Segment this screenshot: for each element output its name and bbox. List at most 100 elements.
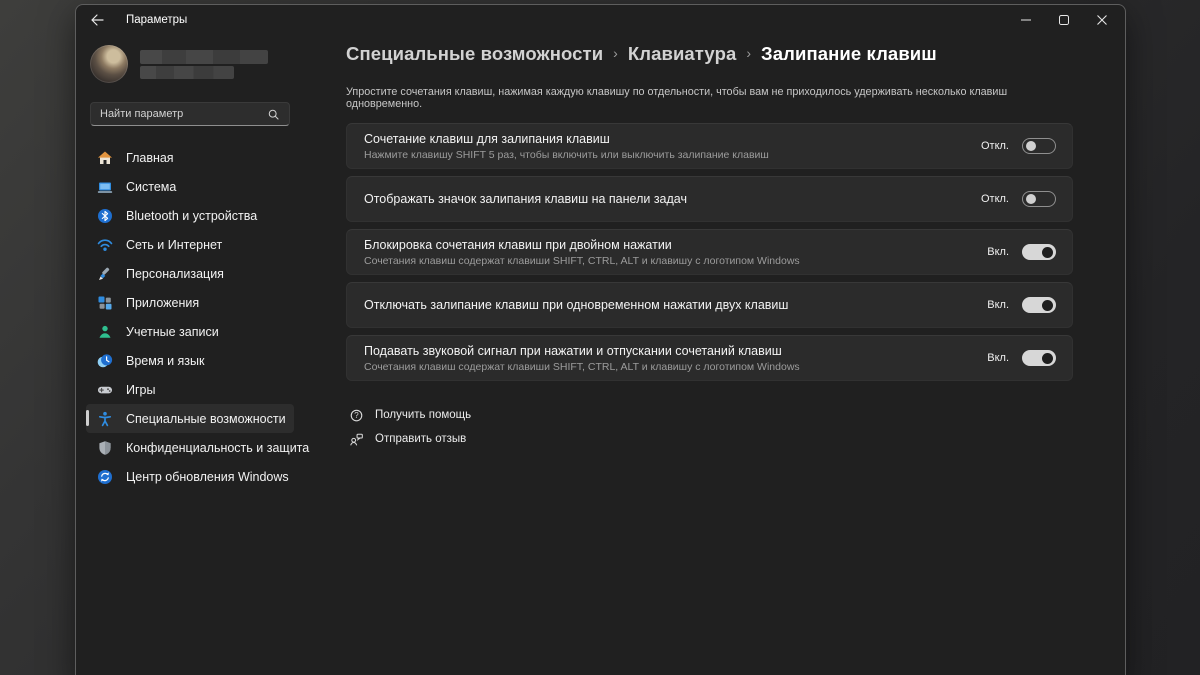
windows-update-icon (97, 469, 113, 485)
setting-card-4: Подавать звуковой сигнал при нажатии и о… (346, 335, 1073, 381)
sidebar-item-label: Игры (126, 382, 156, 397)
toggle-state-label: Откл. (980, 140, 1009, 152)
setting-title: Сочетание клавиш для залипания клавиш (364, 131, 610, 146)
setting-text: Сочетание клавиш для залипания клавиш Наж… (364, 132, 981, 161)
breadcrumb-item-0[interactable]: Специальные возможности (346, 43, 603, 65)
setting-title: Блокировка сочетания клавиш при двойном … (364, 237, 672, 252)
toggle-group: Вкл. (987, 350, 1056, 366)
search-input[interactable] (100, 108, 267, 120)
setting-card-2: Блокировка сочетания клавиш при двойном … (346, 229, 1073, 275)
setting-card-3: Отключать залипание клавиш при одновреме… (346, 282, 1073, 328)
setting-text: Отключать залипание клавиш при одновреме… (364, 298, 987, 312)
title-bar: Параметры (76, 5, 1125, 35)
sidebar-item-1[interactable]: Система (86, 172, 294, 201)
accounts-icon (97, 324, 113, 340)
sidebar-item-label: Bluetooth и устройства (126, 208, 258, 223)
breadcrumb: Специальные возможности › Клавиатура › Залип… (346, 43, 937, 65)
sidebar-item-0[interactable]: Главная (86, 143, 294, 172)
toggle-state-label: Вкл. (987, 352, 1009, 364)
toggle-knob (1026, 194, 1036, 204)
toggle-switch-3[interactable] (1022, 297, 1056, 313)
sidebar-item-10[interactable]: Конфиденциальность и защита (86, 433, 309, 462)
setting-title: Отображать значок залипания клавиш на па… (364, 192, 687, 206)
sidebar-item-label: Сеть и Интернет (126, 237, 223, 252)
sidebar-item-6[interactable]: Учетные записи (86, 317, 294, 346)
back-icon (90, 14, 104, 26)
home-icon (97, 150, 113, 166)
time-language-icon (97, 353, 113, 369)
close-button[interactable] (1083, 6, 1121, 33)
sidebar-item-9[interactable]: Специальные возможности (86, 404, 294, 433)
maximize-icon (1059, 14, 1069, 25)
footer-link-1[interactable]: Отправить отзыв (348, 427, 471, 451)
user-profile[interactable] (90, 45, 268, 83)
user-name-redacted-line (140, 49, 268, 64)
desktop: { "window": { "title": "Параметры", "con… (0, 0, 1200, 675)
setting-subtitle: Сочетания клавиш содержат клавиши SHIFT,… (364, 360, 800, 373)
feedback-icon (348, 431, 364, 447)
accessibility-icon (97, 411, 113, 427)
setting-text: Блокировка сочетания клавиш при двойном … (364, 238, 987, 267)
gaming-icon (97, 382, 113, 398)
personalization-icon (97, 266, 113, 282)
minimize-icon (1021, 15, 1031, 25)
sidebar-item-label: Учетные записи (126, 324, 219, 339)
toggle-switch-2[interactable] (1022, 244, 1056, 260)
breadcrumb-item-2: Залипание клавиш (761, 43, 937, 64)
setting-text: Отображать значок залипания клавиш на па… (364, 192, 981, 206)
search-box (90, 102, 290, 126)
sidebar-item-label: Конфиденциальность и защита (126, 440, 310, 455)
network-icon (97, 237, 113, 253)
toggle-switch-4[interactable] (1022, 350, 1056, 366)
bluetooth-icon (97, 208, 113, 224)
sidebar-item-3[interactable]: Сеть и Интернет (86, 230, 294, 259)
sidebar-item-label: Главная (126, 150, 174, 165)
get-help-icon: ? (348, 407, 364, 423)
footer-links: ? Получить помощь Отправить отзыв (348, 403, 471, 451)
sidebar-item-label: Система (126, 179, 177, 194)
toggle-switch-1[interactable] (1022, 191, 1056, 207)
main-content: Специальные возможности › Клавиатура › Залип… (346, 35, 1103, 675)
sidebar: Главная Система Bluetooth и устройства Сеть… (76, 35, 376, 675)
settings-window: Параметры Главная Система Bluetooth и устр… (75, 4, 1126, 675)
setting-text: Подавать звуковой сигнал при нажатии и о… (364, 344, 987, 373)
breadcrumb-separator-icon: › (746, 45, 752, 61)
footer-link-label: Получить помощь (375, 409, 472, 421)
privacy-icon (97, 440, 113, 456)
window-title: Параметры (126, 14, 188, 26)
toggle-switch-0[interactable] (1022, 138, 1056, 154)
sidebar-item-label: Приложения (126, 295, 200, 310)
toggle-group: Вкл. (987, 297, 1056, 313)
setting-title: Отключать залипание клавиш при одновреме… (364, 298, 789, 312)
sidebar-item-2[interactable]: Bluetooth и устройства (86, 201, 294, 230)
sidebar-item-4[interactable]: Персонализация (86, 259, 294, 288)
back-button[interactable] (90, 14, 104, 26)
svg-text:?: ? (354, 411, 359, 420)
sidebar-item-8[interactable]: Игры (86, 375, 294, 404)
avatar (90, 45, 128, 83)
sidebar-nav: Главная Система Bluetooth и устройства Сеть… (86, 143, 309, 491)
maximize-button[interactable] (1045, 6, 1083, 33)
toggle-group: Откл. (981, 138, 1056, 154)
setting-card-1: Отображать значок залипания клавиш на па… (346, 176, 1073, 222)
sidebar-item-label: Персонализация (126, 266, 224, 281)
sidebar-item-label: Специальные возможности (126, 411, 286, 426)
footer-link-0[interactable]: ? Получить помощь (348, 403, 471, 427)
user-name-redacted (140, 49, 268, 79)
sidebar-item-label: Центр обновления Windows (126, 469, 289, 484)
setting-subtitle: Нажмите клавишу SHIFT 5 раз, чтобы включ… (364, 148, 769, 161)
toggle-state-label: Откл. (980, 193, 1009, 205)
selected-indicator (86, 410, 89, 426)
minimize-button[interactable] (1007, 6, 1045, 33)
breadcrumb-item-1[interactable]: Клавиатура (628, 43, 737, 65)
toggle-knob (1042, 299, 1053, 311)
sidebar-item-11[interactable]: Центр обновления Windows (86, 462, 294, 491)
close-icon (1097, 14, 1107, 25)
sidebar-item-5[interactable]: Приложения (86, 288, 294, 317)
toggle-knob (1026, 141, 1036, 151)
system-icon (97, 179, 113, 195)
page-description: Упростите сочетания клавиш, нажимая кажд… (346, 86, 1008, 110)
sidebar-item-7[interactable]: Время и язык (86, 346, 294, 375)
breadcrumb-separator-icon: › (613, 45, 618, 61)
toggle-knob (1042, 246, 1053, 258)
